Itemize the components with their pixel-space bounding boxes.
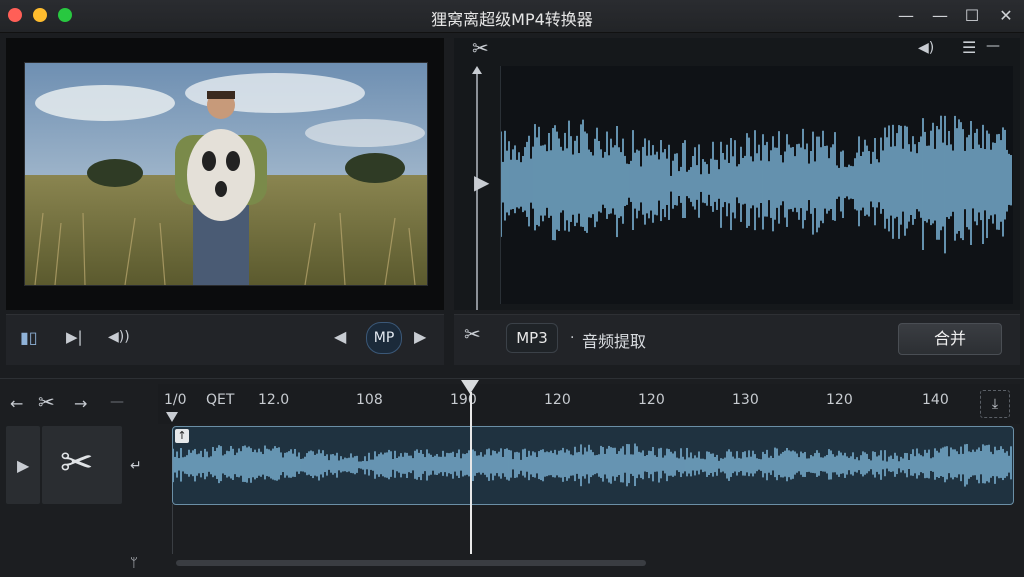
format-separator: · [570, 330, 575, 346]
ruler-tick-label: 130 [732, 392, 759, 408]
video-preview[interactable] [24, 62, 428, 286]
track-play-button[interactable]: ▶ [6, 426, 40, 504]
split-view-icon[interactable]: ▮▯ [20, 328, 38, 347]
arrow-left-icon[interactable]: ← [10, 394, 23, 413]
ruler-tick-label: QET [206, 392, 235, 408]
cut-icon[interactable]: ✂ [472, 36, 489, 60]
ruler-tick-label: 120 [638, 392, 665, 408]
video-frame-image [25, 63, 427, 285]
audio-clip[interactable]: ↑ [172, 426, 1014, 505]
minimize-icon[interactable]: — [896, 6, 916, 26]
down-marker-icon[interactable]: ᛘ [130, 556, 138, 571]
arrow-right-icon[interactable]: → [74, 394, 87, 413]
restore-icon[interactable]: — [930, 6, 950, 26]
previous-icon[interactable]: ◀ [334, 327, 346, 346]
track-start-line [172, 504, 173, 554]
format-badge-button[interactable]: MP [366, 322, 402, 354]
minus-icon[interactable]: — [110, 394, 124, 410]
ruler-tick-label: 120 [826, 392, 853, 408]
ruler-tick-label: 120 [544, 392, 571, 408]
cut-trim-icon[interactable]: ✂ [464, 322, 481, 346]
ruler-tick-label: 190 [450, 392, 477, 408]
track-cut-button[interactable]: ✂ [42, 426, 122, 504]
ruler-tick-label: 1/0 [164, 392, 187, 408]
fit-to-window-icon[interactable]: ⤓ [980, 390, 1010, 418]
ruler-tick-label: 140 [922, 392, 949, 408]
collapse-icon[interactable]: — [986, 38, 1000, 54]
next-icon[interactable]: ▶ [414, 327, 426, 346]
in-point-marker-icon[interactable] [166, 412, 178, 422]
ruler-tick-label: 12.0 [258, 392, 290, 408]
volume-icon[interactable]: ◀) [918, 40, 934, 56]
clip-marker-icon[interactable]: ↑ [175, 429, 189, 443]
play-marker-icon[interactable]: ▶ [474, 170, 489, 194]
audio-format-badge[interactable]: MP3 [506, 323, 558, 353]
audio-extract-label: 音频提取 [582, 332, 647, 351]
main-waveform [500, 115, 1012, 254]
speaker-icon[interactable]: ◀)) [108, 329, 130, 345]
menu-icon[interactable]: ☰ [962, 38, 976, 57]
timeline-scrollbar[interactable] [176, 560, 646, 566]
timeline-ruler[interactable]: 1/0 QET 12.0 108 190 120 120 130 120 140… [158, 384, 1020, 424]
track-play-icon: ▶ [17, 456, 30, 475]
close-icon[interactable]: ✕ [996, 6, 1016, 26]
merge-button[interactable]: 合并 [898, 323, 1002, 355]
timeline-cut-icon[interactable]: ✂ [38, 390, 55, 414]
waveform-view[interactable] [500, 66, 1013, 304]
track-scissors-icon: ✂ [60, 440, 94, 486]
playhead[interactable] [470, 392, 472, 554]
clip-waveform [172, 443, 1012, 487]
return-icon[interactable]: ↵ [130, 458, 142, 474]
trim-up-arrow-icon [472, 66, 482, 74]
ruler-tick-label: 108 [356, 392, 383, 408]
track-header: ▶ ✂ ↵ [6, 426, 156, 504]
skip-icon[interactable]: ▶| [66, 328, 83, 346]
maximize-icon[interactable]: ☐ [962, 6, 982, 26]
window-title: 狸窝离超级MP4转换器 [431, 10, 593, 29]
